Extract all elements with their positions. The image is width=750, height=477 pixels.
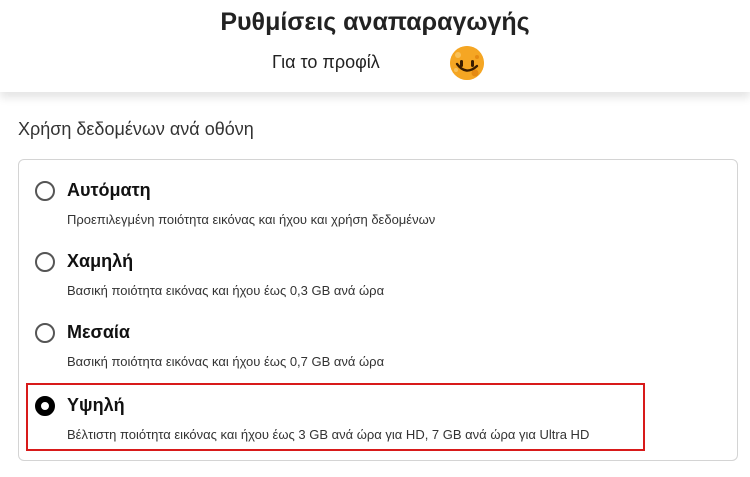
- option-description: Βασική ποιότητα εικόνας και ήχου έως 0,3…: [67, 283, 385, 298]
- radio-medium[interactable]: [35, 323, 55, 343]
- option-description: Βέλτιστη ποιότητα εικόνας και ήχου έως 3…: [67, 427, 590, 442]
- option-label: Μεσαία: [67, 322, 130, 342]
- section-title: Χρήση δεδομένων ανά οθόνη: [18, 119, 254, 139]
- option-description: Βασική ποιότητα εικόνας και ήχου έως 0,7…: [67, 354, 385, 369]
- option-label: Υψηλή: [67, 395, 125, 415]
- data-usage-options: Αυτόματη Προεπιλεγμένη ποιότητα εικόνας …: [18, 159, 738, 461]
- radio-low[interactable]: [35, 252, 55, 272]
- playback-settings-page: Ρυθμίσεις αναπαραγωγής Για το προφίλ Χρή…: [0, 0, 750, 477]
- settings-content: Χρήση δεδομένων ανά οθόνη Αυτόματη Προεπ…: [0, 92, 750, 477]
- radio-high[interactable]: [35, 396, 55, 416]
- radio-automatic[interactable]: [35, 181, 55, 201]
- page-header: Ρυθμίσεις αναπαραγωγής Για το προφίλ: [0, 0, 750, 92]
- avatar: [450, 46, 484, 80]
- option-label: Αυτόματη: [67, 180, 151, 200]
- profile-label: Για το προφίλ: [272, 52, 380, 72]
- smiley-face-icon: [450, 46, 484, 80]
- option-label: Χαμηλή: [67, 251, 134, 271]
- page-title: Ρυθμίσεις αναπαραγωγής: [220, 8, 530, 36]
- option-description: Προεπιλεγμένη ποιότητα εικόνας και ήχου …: [67, 212, 436, 227]
- profile-row: Για το προφίλ: [0, 46, 750, 80]
